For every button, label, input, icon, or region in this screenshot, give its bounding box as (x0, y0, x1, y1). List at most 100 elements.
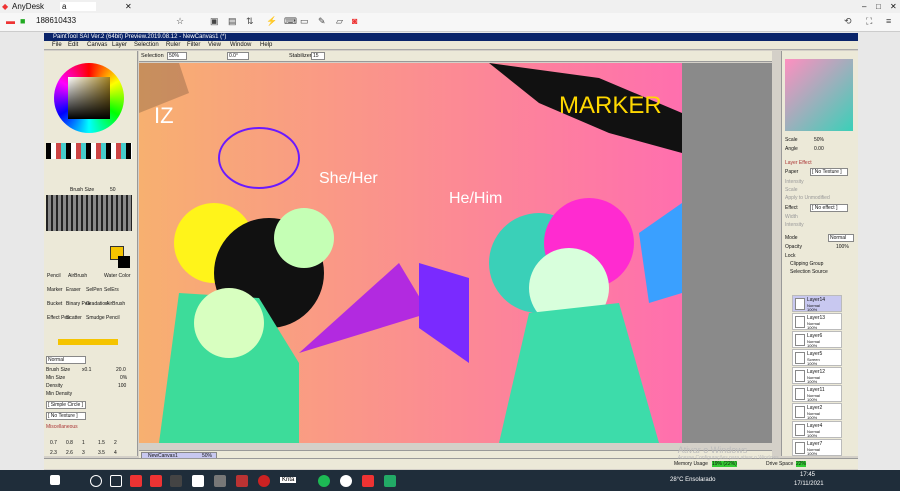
krita-taskbar-item[interactable]: Krita (280, 477, 297, 483)
texture-select[interactable]: [ No Texture ] (46, 412, 86, 420)
preset-5[interactable]: 2.3 (50, 450, 57, 456)
preset-8[interactable]: 3.5 (98, 450, 105, 456)
menu-file[interactable]: File (52, 42, 62, 48)
app4-icon[interactable] (192, 475, 204, 487)
app9-icon[interactable] (362, 475, 374, 487)
menu-filter[interactable]: Filter (187, 42, 200, 48)
tool-eraser[interactable]: Eraser (66, 287, 81, 293)
opacity-value[interactable]: 100% (836, 244, 849, 250)
tool-pencil2[interactable]: Pencil (106, 315, 120, 321)
layer-row-5[interactable]: Layer11 Normal 100% (792, 385, 842, 402)
task-view-icon[interactable] (110, 475, 122, 487)
layer-effect-section[interactable]: Layer Effect (785, 160, 812, 166)
zoom-field[interactable]: 50% (167, 52, 187, 60)
tool-marker[interactable]: Marker (47, 287, 63, 293)
tool-smudge[interactable]: Smudge (86, 315, 105, 321)
windows-start-icon[interactable] (50, 475, 60, 485)
layer-row-3[interactable]: Layer5 Screen 100% (792, 349, 842, 366)
whiteboard-icon[interactable]: ✎ (318, 16, 326, 27)
shape-select[interactable]: [ Simple Circle ] (46, 401, 86, 409)
tool-selers[interactable]: SelErs (104, 287, 119, 293)
app3-icon[interactable] (170, 475, 182, 487)
color-square[interactable] (68, 77, 110, 119)
chat-icon[interactable]: ■ (20, 16, 25, 26)
close-tab-icon[interactable]: ✕ (125, 2, 132, 11)
layer-row-4[interactable]: Layer12 Normal 100% (792, 367, 842, 384)
layer-row-6[interactable]: Layer2 Normal 100% (792, 403, 842, 420)
menu-ruler[interactable]: Ruler (166, 42, 180, 48)
tool-airbrush2[interactable]: AirBrush (106, 301, 125, 307)
preset-1[interactable]: 0.8 (66, 440, 73, 446)
keyboard-icon[interactable]: ⌨ (284, 16, 297, 27)
preset-0[interactable]: 0.7 (50, 440, 57, 446)
weather-info[interactable]: 28°C Ensolarado (670, 477, 715, 483)
tool-airbrush[interactable]: AirBrush (68, 273, 87, 279)
menu-canvas[interactable]: Canvas (87, 42, 107, 48)
menu-view[interactable]: View (208, 42, 221, 48)
layer-row-8[interactable]: Layer7 Normal 100% (792, 439, 842, 456)
app8-icon[interactable] (340, 475, 352, 487)
preset-2[interactable]: 1 (82, 440, 85, 446)
preset-7[interactable]: 3 (82, 450, 85, 456)
layer-row-2[interactable]: Layer6 Normal 100% (792, 331, 842, 348)
app1-icon[interactable] (130, 475, 142, 487)
app6-icon[interactable] (236, 475, 248, 487)
param-brush-size-mult[interactable]: x0.1 (82, 367, 91, 373)
misc-section[interactable]: Miscellaneous (46, 424, 78, 430)
tool-scatter[interactable]: Scatter (66, 315, 82, 321)
star-icon[interactable]: ☆ (176, 16, 184, 27)
screen-icon[interactable]: ▭ (300, 16, 309, 27)
color-wheel[interactable] (54, 63, 124, 133)
monitor-icon[interactable]: ▬ (6, 16, 15, 26)
selection-source-checkbox[interactable]: Selection Source (790, 269, 828, 275)
fullscreen-icon[interactable]: ⛶ (866, 16, 872, 27)
transfer-icon[interactable]: ⇅ (246, 16, 254, 27)
navigator-preview[interactable] (785, 59, 853, 131)
preset-6[interactable]: 2.6 (66, 450, 73, 456)
display-icon[interactable]: ▣ (210, 16, 219, 27)
file-icon[interactable]: ▤ (228, 16, 237, 27)
preset-4[interactable]: 2 (114, 440, 117, 446)
blend-mode-select[interactable]: Normal (46, 356, 86, 364)
action-icon[interactable]: ⚡ (266, 16, 277, 27)
secondary-color[interactable] (118, 256, 130, 268)
clock-date[interactable]: 17/11/2021 (794, 481, 824, 487)
menu-icon[interactable]: ≡ (886, 16, 891, 26)
brush-preview[interactable] (46, 195, 132, 231)
maximize-icon[interactable]: □ (876, 2, 881, 11)
color-palette[interactable] (46, 143, 132, 159)
param-brush-size-value[interactable]: 20.0 (116, 367, 126, 373)
paper-select[interactable]: [ No Texture ] (810, 168, 848, 176)
tool-watercolor[interactable]: Water Color (104, 273, 131, 279)
menu-window[interactable]: Window (230, 42, 251, 48)
param-min-size-value[interactable]: 0% (120, 375, 127, 381)
menu-layer[interactable]: Layer (112, 42, 127, 48)
scale-value[interactable]: 50% (814, 137, 824, 143)
layer-row-1[interactable]: Layer13 Normal 100% (792, 313, 842, 330)
effect-select[interactable]: [ No effect ] (810, 204, 848, 212)
record-icon[interactable]: ◙ (352, 16, 357, 26)
app10-icon[interactable] (384, 475, 396, 487)
selection-toggle[interactable]: Selection (141, 53, 164, 59)
tool-selpen[interactable]: SelPen (86, 287, 102, 293)
stabilizer-field[interactable]: 15 (311, 52, 325, 60)
mode-select[interactable]: Normal (828, 234, 854, 242)
angle-field[interactable]: 0.0° (227, 52, 249, 60)
tool-gradation[interactable]: Gradation (86, 301, 108, 307)
tool-pencil[interactable]: Pencil (47, 273, 61, 279)
clipping-checkbox[interactable]: Clipping Group (790, 261, 823, 267)
clock-time[interactable]: 17:45 (800, 472, 815, 478)
app2-icon[interactable] (150, 475, 162, 487)
app5-icon[interactable] (214, 475, 226, 487)
layer-row-7[interactable]: Layer4 Normal 100% (792, 421, 842, 438)
menu-selection[interactable]: Selection (134, 42, 159, 48)
param-density-value[interactable]: 100 (118, 383, 126, 389)
app7-icon[interactable] (258, 475, 270, 487)
close-window-icon[interactable]: ✕ (890, 2, 897, 11)
drawing-canvas[interactable]: She/Her He/Him MARKER IZ (139, 63, 772, 443)
tool-bucket[interactable]: Bucket (47, 301, 62, 307)
session-tab[interactable]: a (60, 2, 97, 11)
angle-value[interactable]: 0.00 (814, 146, 824, 152)
menu-edit[interactable]: Edit (68, 42, 78, 48)
preset-9[interactable]: 4 (114, 450, 117, 456)
